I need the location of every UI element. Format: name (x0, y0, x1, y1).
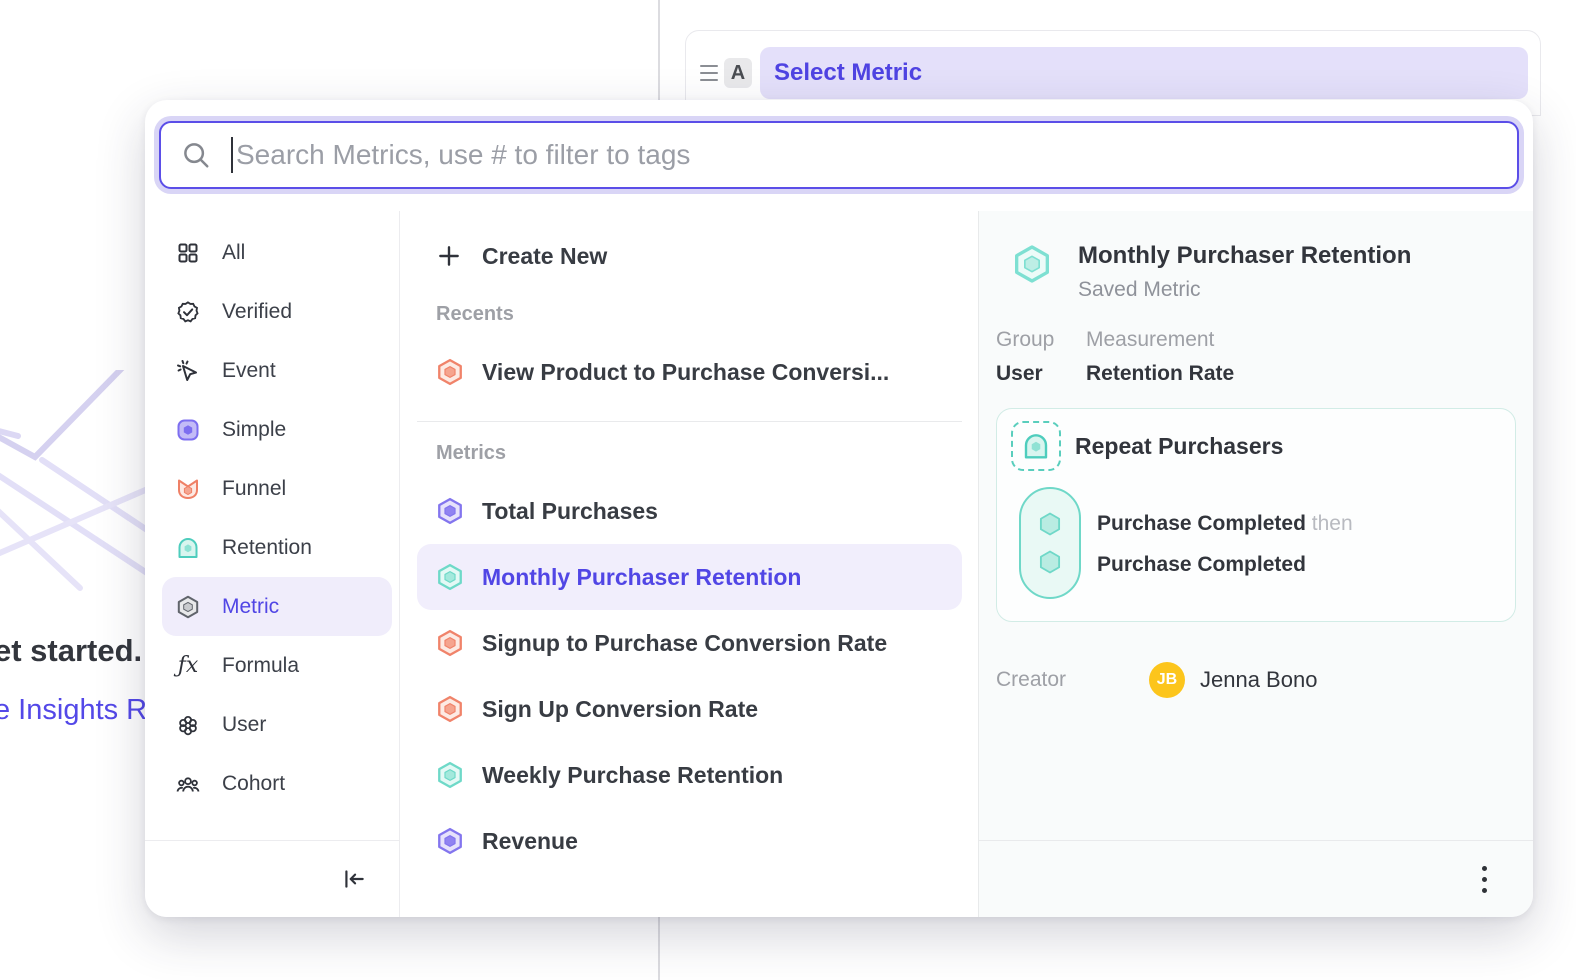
recent-item[interactable]: View Product to Purchase Conversi... (417, 339, 962, 405)
metric-item-label: Monthly Purchaser Retention (482, 564, 801, 591)
metric-item-signup-to-purchase[interactable]: Signup to Purchase Conversion Rate (417, 610, 962, 676)
metric-list-column: Create New Recents View Product to Purch… (400, 211, 978, 917)
search-icon (181, 140, 211, 170)
sidebar-footer (145, 840, 399, 917)
grid-icon (176, 241, 200, 265)
metrics-header: Metrics (436, 436, 978, 470)
creator-name: Jenna Bono (1200, 667, 1317, 693)
sidebar-item-metric[interactable]: Metric (162, 577, 392, 636)
detail-footer (979, 840, 1533, 917)
metric-item-monthly-purchaser-retention[interactable]: Monthly Purchaser Retention (417, 544, 962, 610)
metric-hexagon-icon (436, 629, 464, 657)
saved-metric-icon (1012, 244, 1052, 284)
metric-hexagon-icon (436, 761, 464, 789)
sidebar-item-funnel[interactable]: Funnel (162, 459, 392, 518)
metric-item-label: Weekly Purchase Retention (482, 762, 783, 789)
recents-header: Recents (436, 297, 978, 331)
collapse-icon (341, 866, 367, 892)
event-sequence-capsule (1019, 487, 1081, 599)
metric-hexagon-icon (436, 497, 464, 525)
verified-badge-icon (176, 300, 200, 324)
section-divider (417, 421, 962, 422)
sidebar-item-label: All (222, 241, 245, 265)
cursor-click-icon (176, 359, 200, 383)
metric-item-label: Total Purchases (482, 498, 658, 525)
simple-metric-icon (176, 418, 200, 442)
user-cluster-icon (176, 713, 200, 737)
create-new-label: Create New (482, 243, 607, 270)
sidebar-item-label: Metric (222, 595, 279, 619)
drag-handle-icon[interactable] (700, 65, 718, 81)
sidebar-item-label: Simple (222, 418, 286, 442)
retention-icon (176, 536, 200, 560)
detail-subtitle: Saved Metric (1078, 278, 1411, 302)
create-new-button[interactable]: Create New (417, 225, 962, 287)
search-input[interactable] (236, 139, 1497, 171)
recent-item-label: View Product to Purchase Conversi... (482, 359, 889, 386)
cohort-people-icon (176, 772, 200, 796)
sidebar-item-all[interactable]: All (162, 223, 392, 282)
sidebar-item-simple[interactable]: Simple (162, 400, 392, 459)
formula-fx-icon: ƒx (176, 654, 200, 678)
then-connector: then (1312, 512, 1353, 535)
more-options-button[interactable] (1474, 858, 1495, 901)
detail-title: Monthly Purchaser Retention (1078, 242, 1411, 270)
sidebar-item-label: Retention (222, 536, 312, 560)
metric-hexagon-icon (436, 358, 464, 386)
sidebar-item-retention[interactable]: Retention (162, 518, 392, 577)
sidebar-item-cohort[interactable]: Cohort (162, 754, 392, 813)
sidebar-item-verified[interactable]: Verified (162, 282, 392, 341)
metric-detail-panel: Monthly Purchaser Retention Saved Metric… (978, 211, 1533, 917)
creator-label: Creator (996, 668, 1149, 692)
text-cursor (231, 137, 233, 173)
event-hexagon-icon (1036, 510, 1064, 538)
sidebar-item-label: User (222, 713, 266, 737)
background-heading: et started. (0, 633, 142, 669)
plus-icon (436, 243, 462, 269)
filter-sidebar: All Verified (145, 211, 400, 917)
retention-step-icon (1011, 421, 1061, 471)
metric-item-label: Revenue (482, 828, 578, 855)
decorative-chart-lines (0, 370, 150, 620)
metric-hexagon-icon (436, 827, 464, 855)
sidebar-item-user[interactable]: User (162, 695, 392, 754)
measurement-value: Retention Rate (1086, 362, 1234, 386)
metric-item-signup-conversion[interactable]: Sign Up Conversion Rate (417, 676, 962, 742)
step-2: Purchase Completed (1097, 544, 1353, 585)
sidebar-item-label: Verified (222, 300, 292, 324)
sidebar-item-label: Formula (222, 654, 299, 678)
event-hexagon-icon (1036, 548, 1064, 576)
sidebar-item-label: Event (222, 359, 276, 383)
group-value: User (996, 362, 1086, 386)
sidebar-item-label: Funnel (222, 477, 286, 501)
row-label-badge: A (724, 58, 752, 88)
metric-item-label: Signup to Purchase Conversion Rate (482, 630, 887, 657)
group-label: Group (996, 328, 1086, 352)
step-1: Purchase Completed then (1097, 503, 1353, 544)
metric-item-total-purchases[interactable]: Total Purchases (417, 478, 962, 544)
metric-picker-modal: All Verified (145, 100, 1533, 917)
collapse-sidebar-button[interactable] (337, 862, 371, 896)
metric-hexagon-icon (436, 563, 464, 591)
metric-definition-card: Repeat Purchasers Purchase Completed the… (996, 408, 1516, 622)
metric-item-weekly-purchase-retention[interactable]: Weekly Purchase Retention (417, 742, 962, 808)
insights-report-link[interactable]: e Insights Re (0, 694, 163, 727)
creator-avatar: JB (1149, 662, 1185, 698)
metric-hexagon-icon (176, 595, 200, 619)
sidebar-item-formula[interactable]: ƒx Formula (162, 636, 392, 695)
metric-item-revenue[interactable]: Revenue (417, 808, 962, 874)
metric-hexagon-icon (436, 695, 464, 723)
search-bar[interactable] (159, 121, 1519, 189)
sidebar-item-event[interactable]: Event (162, 341, 392, 400)
definition-title: Repeat Purchasers (1075, 433, 1283, 460)
metric-item-label: Sign Up Conversion Rate (482, 696, 758, 723)
sidebar-item-label: Cohort (222, 772, 285, 796)
measurement-label: Measurement (1086, 328, 1234, 352)
funnel-icon (176, 477, 200, 501)
select-metric-button[interactable]: Select Metric (760, 47, 1528, 99)
